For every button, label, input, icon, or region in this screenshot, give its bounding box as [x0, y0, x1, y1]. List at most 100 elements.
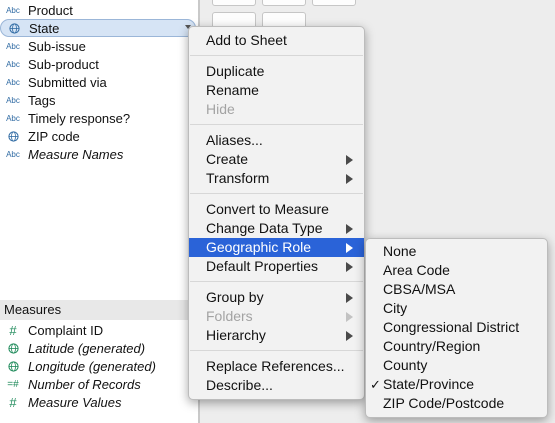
shelf-card[interactable] — [312, 0, 356, 6]
field-submitted-via[interactable]: Abc Submitted via — [0, 73, 196, 91]
menu-item-replace-references[interactable]: Replace References... — [189, 357, 364, 376]
field-product[interactable]: Abc Product — [0, 1, 196, 19]
menu-item-label: Create — [206, 151, 249, 167]
field-state[interactable]: State — [0, 19, 196, 37]
hash-icon: # — [9, 394, 17, 410]
field-label: Timely response? — [28, 110, 131, 126]
field-label: State — [29, 20, 60, 36]
field-zip-code[interactable]: ZIP code — [0, 127, 196, 145]
menu-separator — [190, 281, 363, 282]
globe-icon — [4, 360, 22, 372]
abc-icon: Abc — [6, 59, 20, 69]
submenu-item-label: Area Code — [383, 262, 450, 278]
field-label: Sub-issue — [28, 38, 86, 54]
menu-item-label: Transform — [206, 170, 270, 186]
globe-icon — [4, 342, 22, 354]
data-pane: Abc Product State Abc Sub-issue Abc Sub-produc… — [0, 0, 198, 423]
menu-item-change-data-type[interactable]: Change Data Type — [189, 219, 364, 238]
abc-icon: Abc — [6, 5, 20, 15]
field-label: Sub-product — [28, 56, 99, 72]
menu-item-add-to-sheet[interactable]: Add to Sheet — [189, 31, 364, 50]
geo-role-state-province[interactable]: ✓ State/Province — [366, 375, 547, 394]
globe-icon — [5, 22, 23, 34]
menu-item-geographic-role[interactable]: Geographic Role — [189, 238, 364, 257]
geo-role-area-code[interactable]: Area Code — [366, 261, 547, 280]
geo-role-none[interactable]: None — [366, 242, 547, 261]
geo-role-country-region[interactable]: Country/Region — [366, 337, 547, 356]
checkmark-icon: ✓ — [370, 377, 381, 392]
menu-item-default-properties[interactable]: Default Properties — [189, 257, 364, 276]
geo-role-zip-code-postcode[interactable]: ZIP Code/Postcode — [366, 394, 547, 413]
field-sub-product[interactable]: Abc Sub-product — [0, 55, 196, 73]
submenu-item-label: City — [383, 300, 408, 316]
field-label: Submitted via — [28, 74, 107, 90]
menu-item-label: Convert to Measure — [206, 201, 329, 217]
menu-item-group-by[interactable]: Group by — [189, 288, 364, 307]
field-label: Number of Records — [28, 376, 141, 392]
field-complaint-id[interactable]: # Complaint ID — [0, 321, 196, 339]
geo-role-congressional-district[interactable]: Congressional District — [366, 318, 547, 337]
submenu-item-label: None — [383, 243, 417, 259]
field-label: Longitude (generated) — [28, 358, 156, 374]
menu-item-transform[interactable]: Transform — [189, 169, 364, 188]
menu-item-label: Geographic Role — [206, 239, 312, 255]
submenu-arrow-icon — [346, 174, 353, 184]
measures-header: Measures — [0, 300, 198, 320]
abc-icon: Abc — [6, 113, 20, 123]
submenu-item-label: CBSA/MSA — [383, 281, 456, 297]
abc-icon: Abc — [6, 41, 20, 51]
field-label: Measure Values — [28, 394, 122, 410]
geo-role-cbsa-msa[interactable]: CBSA/MSA — [366, 280, 547, 299]
field-measure-values[interactable]: # Measure Values — [0, 393, 196, 411]
field-label: Measure Names — [28, 146, 124, 162]
menu-separator — [190, 55, 363, 56]
geographic-role-submenu: None Area Code CBSA/MSA City Congressional D… — [365, 238, 548, 418]
field-longitude-generated[interactable]: Longitude (generated) — [0, 357, 196, 375]
geo-role-county[interactable]: County — [366, 356, 547, 375]
field-label: Latitude (generated) — [28, 340, 146, 356]
menu-item-rename[interactable]: Rename — [189, 81, 364, 100]
submenu-arrow-icon — [346, 331, 353, 341]
menu-item-label: Group by — [206, 289, 264, 305]
submenu-arrow-icon — [346, 262, 353, 272]
field-label: Complaint ID — [28, 322, 104, 338]
hash-icon: =# — [7, 378, 19, 390]
field-latitude-generated[interactable]: Latitude (generated) — [0, 339, 196, 357]
menu-item-label: Default Properties — [206, 258, 319, 274]
globe-icon — [4, 130, 22, 142]
menu-item-folders: Folders — [189, 307, 364, 326]
submenu-item-label: State/Province — [383, 376, 475, 392]
menu-item-label: Duplicate — [206, 63, 265, 79]
submenu-arrow-icon — [346, 155, 353, 165]
field-measure-names[interactable]: Abc Measure Names — [0, 145, 196, 163]
menu-item-describe[interactable]: Describe... — [189, 376, 364, 395]
abc-icon: Abc — [6, 95, 20, 105]
menu-item-label: Hierarchy — [206, 327, 266, 343]
abc-icon: Abc — [6, 77, 20, 87]
menu-item-hide: Hide — [189, 100, 364, 119]
shelf-card[interactable] — [262, 0, 306, 6]
field-number-of-records[interactable]: =# Number of Records — [0, 375, 196, 393]
menu-item-convert-to-measure[interactable]: Convert to Measure — [189, 200, 364, 219]
field-timely-response[interactable]: Abc Timely response? — [0, 109, 196, 127]
field-sub-issue[interactable]: Abc Sub-issue — [0, 37, 196, 55]
geo-role-city[interactable]: City — [366, 299, 547, 318]
submenu-item-label: County — [383, 357, 428, 373]
menu-item-label: Describe... — [206, 377, 273, 393]
menu-separator — [190, 350, 363, 351]
menu-item-create[interactable]: Create — [189, 150, 364, 169]
menu-item-aliases[interactable]: Aliases... — [189, 131, 364, 150]
field-tags[interactable]: Abc Tags — [0, 91, 196, 109]
submenu-item-label: ZIP Code/Postcode — [383, 395, 505, 411]
hash-icon: # — [9, 322, 17, 338]
menu-item-duplicate[interactable]: Duplicate — [189, 62, 364, 81]
field-label: ZIP code — [28, 128, 80, 144]
shelf-card[interactable] — [212, 0, 256, 6]
field-label: Tags — [28, 92, 56, 108]
submenu-arrow-icon — [346, 224, 353, 234]
menu-item-label: Aliases... — [206, 132, 263, 148]
menu-item-label: Folders — [206, 308, 253, 324]
menu-separator — [190, 124, 363, 125]
submenu-item-label: Congressional District — [383, 319, 520, 335]
menu-item-hierarchy[interactable]: Hierarchy — [189, 326, 364, 345]
